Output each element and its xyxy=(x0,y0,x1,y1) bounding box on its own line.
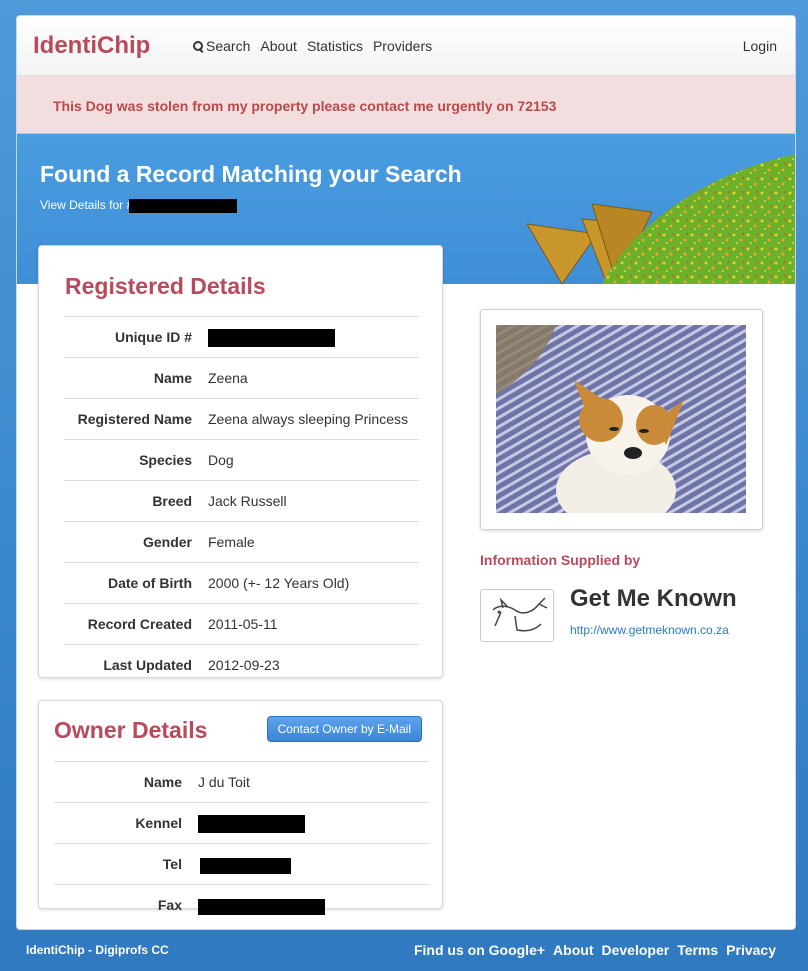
table-row: Record Created 2011-05-11 xyxy=(64,603,419,645)
row-value: Jack Russell xyxy=(208,480,419,522)
row-value: J du Toit xyxy=(198,761,429,803)
redacted-fax xyxy=(198,898,325,915)
footer-links: Find us on Google+ About Developer Terms… xyxy=(414,942,776,958)
nav-about-link[interactable]: About xyxy=(260,38,297,54)
row-key: Name xyxy=(54,761,198,803)
registered-details-heading: Registered Details xyxy=(65,273,266,299)
footer-about-link[interactable]: About xyxy=(553,942,593,958)
table-row: Name Zeena xyxy=(64,357,419,399)
pet-photo-frame xyxy=(480,309,763,530)
footer-developer-link[interactable]: Developer xyxy=(601,942,669,958)
provider-name: Get Me Known xyxy=(570,585,737,612)
nav-statistics-link[interactable]: Statistics xyxy=(307,38,363,54)
nav-providers-link[interactable]: Providers xyxy=(373,38,432,54)
table-row: Unique ID # xyxy=(64,315,419,358)
redacted-kennel xyxy=(198,815,305,834)
registered-details-panel: Registered Details Unique ID # Name Zeen… xyxy=(38,245,443,686)
hero-subtitle-prefix: View Details for # xyxy=(40,198,134,212)
row-key: Breed xyxy=(64,480,208,522)
row-key: Last Updated xyxy=(64,644,208,686)
owner-details-table: Name J du Toit Kennel Tel Fax xyxy=(54,761,429,926)
row-key: Tel xyxy=(54,843,198,885)
row-key: Fax xyxy=(54,884,198,926)
alert-message: This Dog was stolen from my property ple… xyxy=(53,98,557,114)
owner-details-panel: Owner Details Contact Owner by E-Mail Na… xyxy=(38,700,443,926)
registered-details-table: Unique ID # Name Zeena Registered Name Z… xyxy=(64,315,419,686)
hero-title: Found a Record Matching your Search xyxy=(40,161,462,187)
contact-owner-button[interactable]: Contact Owner by E-Mail xyxy=(266,716,422,742)
row-value: Dog xyxy=(208,439,419,481)
provider-logo[interactable] xyxy=(480,589,554,642)
table-row: Registered Name Zeena always sleeping Pr… xyxy=(64,398,419,440)
row-key: Kennel xyxy=(54,801,198,844)
dog-outline-icon xyxy=(492,597,548,632)
footer-copyright: IdentiChip - Digiprofs CC xyxy=(26,943,169,957)
row-value: Zeena xyxy=(208,357,419,399)
hero-decoration-graphic xyxy=(526,154,795,284)
information-supplied-title: Information Supplied by xyxy=(480,552,641,568)
row-value xyxy=(198,801,429,844)
row-key: Gender xyxy=(64,521,208,563)
row-value: 2012-09-23 xyxy=(208,644,419,686)
nav-search-label: Search xyxy=(206,38,251,54)
row-value: Zeena always sleeping Princess xyxy=(208,398,419,440)
table-row: Kennel xyxy=(54,801,429,844)
search-icon xyxy=(193,40,203,52)
login-link[interactable]: Login xyxy=(743,38,777,54)
footer-google-plus-link[interactable]: Find us on Google+ xyxy=(414,942,545,958)
row-key: Date of Birth xyxy=(64,562,208,604)
row-value xyxy=(198,843,429,885)
main-card: IdentiChip Search About Statistics Provi… xyxy=(16,15,796,930)
provider-url-link[interactable]: http://www.getmeknown.co.za xyxy=(570,623,729,637)
footer-privacy-link[interactable]: Privacy xyxy=(726,942,776,958)
table-row: Gender Female xyxy=(64,521,419,563)
hero-subtitle: View Details for # xyxy=(40,198,238,213)
stolen-alert: This Dog was stolen from my property ple… xyxy=(17,76,795,134)
brand-logo[interactable]: IdentiChip xyxy=(33,32,150,60)
row-value xyxy=(208,315,419,358)
footer-terms-link[interactable]: Terms xyxy=(677,942,718,958)
table-row: Tel xyxy=(54,843,429,885)
owner-details-heading: Owner Details xyxy=(54,717,208,743)
row-key: Unique ID # xyxy=(64,315,208,358)
nav-links: Search About Statistics Providers xyxy=(193,38,432,54)
row-key: Name xyxy=(64,357,208,399)
nav-search-link[interactable]: Search xyxy=(193,38,250,54)
redacted-record-id xyxy=(129,198,238,213)
pet-photo xyxy=(496,325,746,513)
table-row: Species Dog xyxy=(64,439,419,481)
table-row: Fax xyxy=(54,884,429,926)
row-value xyxy=(198,884,429,926)
row-value: 2000 (+- 12 Years Old) xyxy=(208,562,419,604)
row-key: Registered Name xyxy=(64,398,208,440)
row-value: Female xyxy=(208,521,419,563)
row-key: Record Created xyxy=(64,603,208,645)
table-row: Date of Birth 2000 (+- 12 Years Old) xyxy=(64,562,419,604)
table-row: Breed Jack Russell xyxy=(64,480,419,522)
row-key: Species xyxy=(64,439,208,481)
redacted-tel xyxy=(200,857,291,874)
navbar: IdentiChip Search About Statistics Provi… xyxy=(17,16,795,76)
redacted-unique-id xyxy=(208,329,335,348)
row-value: 2011-05-11 xyxy=(208,603,419,645)
table-row: Last Updated 2012-09-23 xyxy=(64,644,419,686)
table-row: Name J du Toit xyxy=(54,761,429,803)
